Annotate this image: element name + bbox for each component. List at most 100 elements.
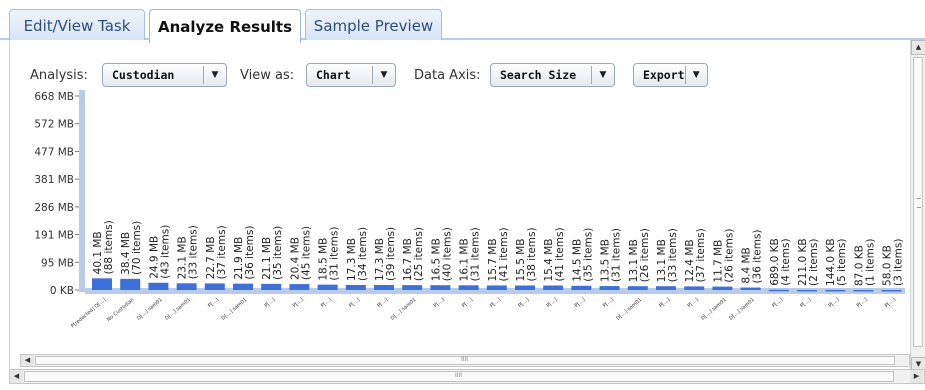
bar [881,289,902,292]
bar-count-label: (37 items) [695,228,707,282]
bar-count-label: (35 items) [272,226,284,280]
bar [148,282,169,290]
x-category-label: D[…] sam01 [700,297,728,322]
bar [853,289,874,292]
bar [656,286,676,290]
x-category-label: P[…] [433,297,446,309]
bar-count-label: (4 items) [780,238,792,285]
bar-count-label: (1 items) [864,239,876,286]
bar-count-label: (25 items) [413,227,425,281]
bar-count-label: (88 items) [103,220,115,274]
scroll-grip: IIII [461,356,469,363]
bar [599,286,620,290]
bar [317,284,338,290]
bar [233,283,253,290]
x-category-label: P[…] [376,297,389,309]
tab-label: Analyze Results [157,17,293,36]
bar [120,278,141,290]
bar [345,284,366,290]
scroll-up-button[interactable]: ▲ [911,40,925,55]
bar [627,286,648,290]
bar-count-label: (38 items) [526,227,538,281]
x-category-label: D[…] sam01 [164,297,192,322]
y-tick-label: 572 MB [34,119,74,131]
y-tick-label: 286 MB [34,202,74,214]
x-category-label: D[…] sam01 [728,297,756,322]
scroll-left-button[interactable]: ◀ [21,355,34,366]
window-horizontal-scrollbar[interactable]: ◀ IIII ▶ [9,369,925,384]
results-panel: Analysis: Custodian ▼ View as: Chart ▼ D… [9,40,925,373]
tab-edit-view-task[interactable]: Edit/View Task [9,9,145,41]
bar-count-label: (33 items) [667,228,679,282]
y-tick-label: 95 MB [41,257,74,269]
bar-count-label: (40 items) [441,227,453,281]
y-tick-label: 0 KB [50,285,74,297]
x-category-label: P[…] [799,297,812,309]
tab-label: Edit/View Task [23,16,131,35]
bar-count-label: (31 items) [611,228,623,282]
tab-bar: Edit/View Task Analyze Results Sample Pr… [0,0,925,43]
x-category-label: P[…] [658,297,671,309]
x-category-label: D[…] sam01 [390,297,418,322]
bar-count-label: (31 items) [329,227,341,281]
y-tick-label: 381 MB [34,174,74,186]
bar-count-label: (41 items) [554,227,566,281]
scroll-left-button[interactable]: ◀ [10,370,23,383]
bar [92,278,112,290]
x-category-label: P[…] [771,297,784,309]
x-category-label: No Custodian [106,297,136,323]
bar [458,285,479,290]
bar [571,285,592,290]
bar [684,286,705,290]
bar-count-label: (33 items) [188,225,200,279]
x-category-label: P[…] [602,297,615,309]
search-size-bar-chart: 668 MB 572 MB 477 MB 381 MB 286 MB 191 MB 95 M… [34,90,910,330]
tab-sample-preview[interactable]: Sample Preview [305,9,442,41]
x-category-label: P[…] [827,297,840,309]
x-category-label: D[…] sam01 [615,297,643,322]
y-tick-label: 668 MB [34,91,74,103]
bar-count-label: (2 items) [808,239,820,286]
bar [430,285,451,290]
x-category-label: P[…] [320,297,333,309]
vertical-scroll-thumb[interactable] [913,57,923,347]
bar [261,283,282,290]
y-axis [79,90,85,292]
bar-count-label: (26 items) [639,228,651,282]
scroll-right-button[interactable]: ▶ [910,370,923,383]
bar [740,287,761,290]
bar [402,285,423,290]
x-category-label: P[…] [686,297,699,309]
bar-count-label: (45 items) [300,226,312,280]
tab-analyze-results[interactable]: Analyze Results [149,9,301,43]
grip-icon [917,198,921,208]
x-category-label: P[…] [348,297,361,309]
x-category-label: D[…] sam01 [220,297,248,322]
bar-count-label: (36 items) [244,226,256,280]
x-category-label: P[redacted] Q[…] [70,297,107,330]
x-category-label: P[…] [263,297,276,309]
bar [825,289,846,292]
bar [289,284,310,290]
bar-count-label: (5 items) [836,239,848,286]
y-tick-label: 191 MB [34,230,74,242]
x-category-label: P[…] [574,297,587,309]
bar-count-label: (39 items) [385,227,397,281]
tab-label: Sample Preview [313,16,434,35]
bar-count-label: (41 items) [498,227,510,281]
bar-count-label: (43 items) [159,225,171,279]
bar [204,283,225,290]
chart-scroll-thumb[interactable]: IIII [35,356,895,365]
bar-count-label: (37 items) [216,225,228,279]
x-category-label: P[…] [489,297,502,309]
bar [768,289,789,292]
bar-count-label: (70 items) [131,221,143,275]
bar [176,283,197,290]
chart-horizontal-scrollbar[interactable]: ◀ IIII [20,354,910,367]
bar [543,285,564,290]
vertical-scrollbar[interactable]: ▲ ▼ [910,40,925,373]
bar [797,289,817,292]
bar [374,284,394,290]
y-tick-label: 477 MB [34,146,74,158]
window-scroll-thumb[interactable]: IIII [24,371,894,382]
